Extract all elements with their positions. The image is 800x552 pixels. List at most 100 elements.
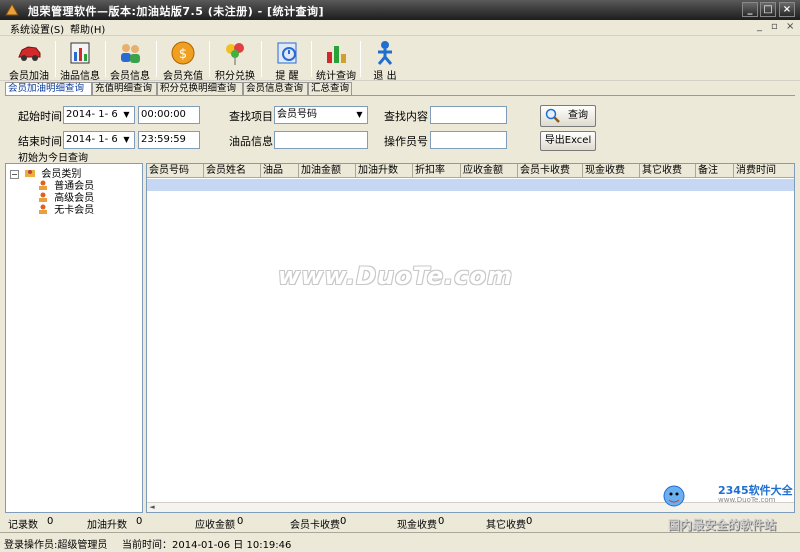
logo-url: www.DuoTe.com: [718, 496, 776, 504]
toolbar-label: 会员加油: [9, 71, 49, 82]
toolbar-label: 油品信息: [60, 71, 100, 82]
operator-label: 操作员号: [384, 135, 428, 148]
start-time-label: 起始时间: [18, 110, 62, 123]
toolbar-reminder-button[interactable]: 提 醒: [264, 37, 310, 82]
end-date-picker[interactable]: 2014- 1- 6 ▼: [63, 131, 135, 149]
start-time-field[interactable]: 00:00:00: [138, 106, 200, 124]
tab-recharge-detail[interactable]: 充值明细查询: [92, 82, 157, 95]
maximize-button[interactable]: □: [760, 2, 776, 17]
column-header[interactable]: 应收金额: [461, 164, 518, 178]
toolbar-separator: [261, 41, 262, 77]
scroll-left-icon[interactable]: ◄: [147, 503, 157, 512]
toolbar-member-info-button[interactable]: 会员信息: [107, 37, 153, 82]
car-icon: [18, 46, 41, 61]
start-date-value: 2014- 1- 6: [66, 109, 118, 120]
close-button[interactable]: ×: [779, 2, 795, 17]
collapse-icon[interactable]: −: [10, 170, 19, 179]
chevron-down-icon: ▼: [123, 135, 130, 144]
logo-slogan: 国内最安全的软件站: [668, 518, 777, 532]
operator-field[interactable]: [430, 131, 507, 149]
tab-summary[interactable]: 汇总查询: [308, 82, 352, 95]
search-item-select[interactable]: 会员号码 ▼: [274, 106, 368, 124]
toolbar-separator: [360, 41, 361, 77]
toolbar-separator: [156, 41, 157, 77]
coin-icon: $: [171, 41, 195, 65]
search-item-value: 会员号码: [277, 109, 317, 120]
toolbar-separator: [55, 41, 56, 77]
receivable-value: 0: [237, 516, 244, 527]
grid-header: 会员号码 会员姓名 油品 加油金额 加油升数 折扣率 应收金额 会员卡收费 现金…: [147, 164, 794, 178]
end-time-field[interactable]: 23:59:59: [138, 131, 200, 149]
toolbar-oil-info-button[interactable]: 油品信息: [57, 37, 103, 82]
query-hint: 初始为今日查询: [18, 153, 88, 164]
menu-help[interactable]: 帮助(H): [70, 21, 105, 36]
status-operator: 登录操作员:超级管理员: [4, 540, 108, 551]
tab-baseline: [5, 95, 795, 96]
tab-refuel-detail[interactable]: 会员加油明细查询: [5, 82, 92, 95]
toolbar-separator: [105, 41, 106, 77]
column-header[interactable]: 油品: [261, 164, 299, 178]
menu-bar: 系统设置(S) 帮助(H) _ ▫ ×: [0, 20, 800, 36]
toolbar-label: 提 醒: [275, 71, 299, 82]
tab-points-detail[interactable]: 积分兑换明细查询: [157, 82, 243, 95]
magnifier-icon: [545, 108, 560, 123]
column-header[interactable]: 加油升数: [356, 164, 413, 178]
toolbar-exit-button[interactable]: 退 出: [362, 37, 408, 82]
column-header[interactable]: 其它收费: [640, 164, 696, 178]
exit-icon: [377, 41, 393, 65]
other-fee-label: 其它收费: [486, 520, 526, 531]
mdi-restore-button[interactable]: ▫: [771, 21, 778, 32]
column-header[interactable]: 消费时间: [734, 164, 794, 178]
search-button-label: 查询: [568, 110, 588, 121]
column-header[interactable]: 折扣率: [413, 164, 461, 178]
column-header[interactable]: 加油金额: [299, 164, 356, 178]
tab-member-info[interactable]: 会员信息查询: [243, 82, 308, 95]
end-time-label: 结束时间: [18, 135, 62, 148]
toolbar-points-exchange-button[interactable]: 积分兑换: [212, 37, 258, 82]
start-date-picker[interactable]: 2014- 1- 6 ▼: [63, 106, 135, 124]
title-bar: 旭荣管理软件—版本:加油站版7.5 (未注册) - [统计查询] _ □ ×: [0, 0, 800, 20]
export-excel-button[interactable]: 导出Excel: [540, 131, 596, 151]
chevron-down-icon: ▼: [123, 110, 130, 119]
toolbar-label: 统计查询: [316, 71, 356, 82]
folder-users-icon: [25, 170, 36, 177]
column-header[interactable]: 会员卡收费: [518, 164, 583, 178]
search-item-label: 查找项目: [229, 110, 273, 123]
end-date-value: 2014- 1- 6: [66, 134, 118, 145]
member-icon: [39, 204, 47, 214]
users-icon: [121, 44, 140, 63]
mdi-minimize-button[interactable]: _: [757, 21, 762, 32]
menu-system-settings[interactable]: 系统设置(S): [10, 21, 64, 36]
toolbar-member-recharge-button[interactable]: $ 会员充值: [160, 37, 206, 82]
stats-icon: [327, 46, 346, 63]
liters-value: 0: [136, 516, 143, 527]
fuel-chart-icon: [70, 42, 90, 64]
mdi-close-button[interactable]: ×: [786, 21, 794, 32]
search-button[interactable]: 查询: [540, 105, 596, 127]
cash-fee-value: 0: [438, 516, 445, 527]
column-header[interactable]: 备注: [696, 164, 734, 178]
toolbar-label: 退 出: [373, 71, 397, 82]
toolbar-statistics-query-button[interactable]: 统计查询: [313, 37, 359, 82]
toolbar-member-refuel-button[interactable]: 会员加油: [6, 37, 52, 82]
balloons-icon: [226, 43, 244, 65]
record-count-value: 0: [47, 516, 54, 527]
svg-text:$: $: [179, 47, 187, 62]
app-logo-icon: [5, 3, 19, 16]
tree-item-nocard[interactable]: 无卡会员: [38, 201, 94, 216]
member-category-tree: − 会员类别 普通会员 高级会员 无卡会员: [5, 163, 143, 513]
tree-item-label: 无卡会员: [54, 205, 95, 216]
column-header[interactable]: 会员姓名: [204, 164, 261, 178]
minimize-button[interactable]: _: [742, 2, 758, 17]
column-header[interactable]: 现金收费: [583, 164, 640, 178]
liters-label: 加油升数: [87, 520, 127, 531]
watermark-text: www.DuoTe.com: [278, 262, 513, 290]
oil-info-field[interactable]: [274, 131, 368, 149]
toolbar-label: 会员充值: [163, 71, 203, 82]
column-header[interactable]: 会员号码: [147, 164, 204, 178]
search-content-field[interactable]: [430, 106, 507, 124]
chevron-down-icon: ▼: [356, 110, 363, 119]
oil-info-label: 油品信息: [229, 135, 273, 148]
card-fee-value: 0: [340, 516, 347, 527]
selected-row[interactable]: [147, 179, 794, 191]
